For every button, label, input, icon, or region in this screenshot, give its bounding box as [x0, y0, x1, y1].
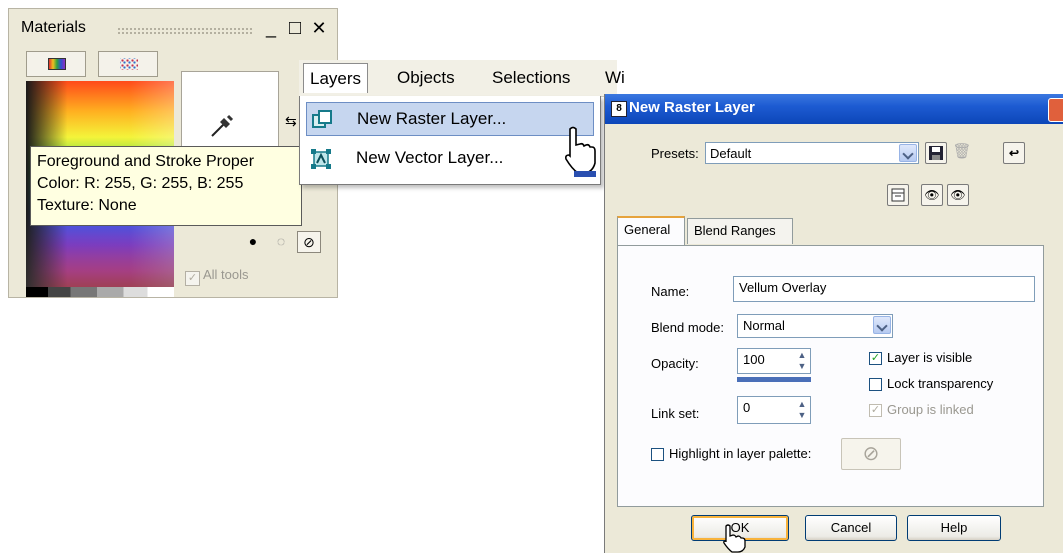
cancel-button[interactable]: Cancel — [805, 515, 897, 541]
dialog-title: New Raster Layer — [629, 99, 755, 116]
new-raster-layer-label: New Raster Layer... — [357, 109, 507, 128]
menu-item-new-vector-layer[interactable]: New Vector Layer... — [306, 142, 594, 176]
vector-layer-icon — [311, 149, 331, 169]
materials-tabs — [26, 51, 174, 79]
tooltip-color: Color: R: 255, G: 255, B: 255 — [37, 175, 244, 192]
materials-title: Materials — [21, 19, 86, 36]
raster-layer-icon — [312, 110, 332, 128]
highlight-label: Highlight in layer palette: — [669, 446, 812, 461]
menu-window[interactable]: Wi — [605, 68, 625, 88]
opacity-value: 100 — [743, 352, 765, 367]
blend-mode-value: Normal — [743, 318, 785, 333]
color-dots-icon — [120, 58, 138, 70]
layer-visible-label: Layer is visible — [887, 350, 973, 365]
link-set-value: 0 — [743, 400, 751, 415]
name-field[interactable]: Vellum Overlay — [733, 276, 1035, 302]
solid-color-icon[interactable]: ● — [241, 231, 265, 253]
all-tools-checkbox[interactable]: ✓ All tools — [185, 267, 249, 286]
no-color-icon: ⊘ — [862, 443, 880, 465]
chevron-down-icon[interactable] — [873, 316, 891, 334]
spin-up-icon[interactable]: ▲ — [795, 350, 809, 361]
menu-selections[interactable]: Selections — [492, 68, 570, 88]
foreground-tooltip: Foreground and Stroke Proper Color: R: 2… — [30, 146, 302, 226]
materials-titlebar[interactable]: Materials _ □ ✕ — [9, 9, 337, 47]
opacity-slider[interactable] — [737, 377, 811, 382]
highlight-checkbox[interactable] — [651, 448, 664, 461]
transparent-icon[interactable]: ⊘ — [297, 231, 321, 253]
save-preset-button[interactable] — [925, 142, 947, 164]
presets-dropdown[interactable]: Default — [705, 142, 919, 164]
foreground-swatch[interactable] — [181, 71, 279, 158]
style-buttons: ● ◌ ⊘ — [241, 231, 337, 255]
opacity-label: Opacity: — [651, 356, 699, 371]
link-set-label: Link set: — [651, 406, 700, 421]
maximize-button[interactable]: □ — [285, 17, 305, 39]
proof-button[interactable]: 👁 — [921, 184, 943, 206]
grayscale-strip[interactable] — [26, 287, 174, 297]
reset-arrow-icon: ↩ — [1008, 146, 1020, 160]
delete-preset-button[interactable]: 🗑 — [951, 142, 973, 164]
new-vector-layer-label: New Vector Layer... — [356, 148, 504, 167]
eye-icon: 👁 — [950, 188, 966, 202]
spin-up-icon[interactable]: ▲ — [795, 399, 809, 410]
lock-transparency-checkbox[interactable] — [869, 378, 882, 391]
tab-general[interactable]: General — [617, 216, 685, 245]
name-label: Name: — [651, 284, 690, 299]
lock-transparency-label: Lock transparency — [887, 376, 994, 391]
spin-down-icon[interactable]: ▼ — [795, 361, 809, 372]
opacity-spinner[interactable]: ▲ ▼ — [795, 350, 809, 372]
auto-proof-button[interactable]: 👁 — [947, 184, 969, 206]
rainbow-frame-icon — [48, 58, 66, 70]
hand-cursor-icon — [565, 126, 596, 177]
presets-value: Default — [710, 146, 752, 161]
menu-layers[interactable]: Layers — [303, 63, 369, 93]
tab-blend-ranges[interactable]: Blend Ranges — [687, 218, 793, 244]
help-button[interactable]: Help — [907, 515, 1001, 541]
layer-visible-checkbox[interactable]: ✓ — [869, 352, 882, 365]
palette-grip[interactable] — [117, 27, 253, 35]
trash-icon: 🗑 — [952, 143, 972, 160]
menu-bar: Layers Objects Selections Wi — [299, 60, 625, 97]
menu-objects[interactable]: Objects — [397, 68, 455, 88]
highlight-color-swatch[interactable]: ⊘ — [841, 438, 901, 470]
app-icon: 8 — [611, 101, 627, 117]
swatches-tab[interactable] — [98, 51, 158, 77]
eyedropper-icon — [211, 114, 234, 137]
close-button[interactable]: ✕ — [309, 17, 329, 39]
spin-down-icon[interactable]: ▼ — [795, 410, 809, 421]
tooltip-texture: Texture: None — [37, 197, 137, 214]
link-set-spinner[interactable]: ▲ ▼ — [795, 399, 809, 421]
chevron-down-icon[interactable] — [899, 144, 917, 162]
floppy-disk-icon — [929, 146, 943, 160]
tooltip-title: Foreground and Stroke Proper — [37, 153, 255, 170]
dialog-close-button[interactable] — [1048, 98, 1063, 122]
reset-preset-button[interactable]: ↩ — [1003, 142, 1025, 164]
presets-label: Presets: — [651, 146, 699, 161]
all-tools-label: All tools — [203, 267, 249, 282]
all-tools-check-icon: ✓ — [185, 271, 200, 286]
minimize-button[interactable]: _ — [261, 17, 281, 39]
group-linked-label: Group is linked — [887, 402, 974, 417]
group-linked-checkbox: ✓ — [869, 404, 882, 417]
frame-tab[interactable] — [26, 51, 86, 77]
blend-mode-dropdown[interactable]: Normal — [737, 314, 893, 338]
menu-item-new-raster-layer[interactable]: New Raster Layer... — [306, 102, 594, 136]
dialog-titlebar[interactable]: 8 New Raster Layer — [605, 94, 1063, 124]
blend-mode-label: Blend mode: — [651, 320, 724, 335]
hand-pointer-icon — [723, 524, 746, 553]
pattern-icon[interactable]: ◌ — [269, 231, 293, 253]
layers-menu: New Raster Layer... New Vector Layer... — [299, 96, 601, 185]
eye-arrow-icon: 👁 — [924, 188, 940, 202]
new-raster-layer-dialog: 8 New Raster Layer Presets: Default 🗑 ↩ … — [604, 94, 1063, 553]
swap-colors-icon[interactable]: ⇆ — [285, 113, 297, 130]
dialog-option-button[interactable] — [887, 184, 909, 206]
window-icon — [891, 188, 905, 202]
